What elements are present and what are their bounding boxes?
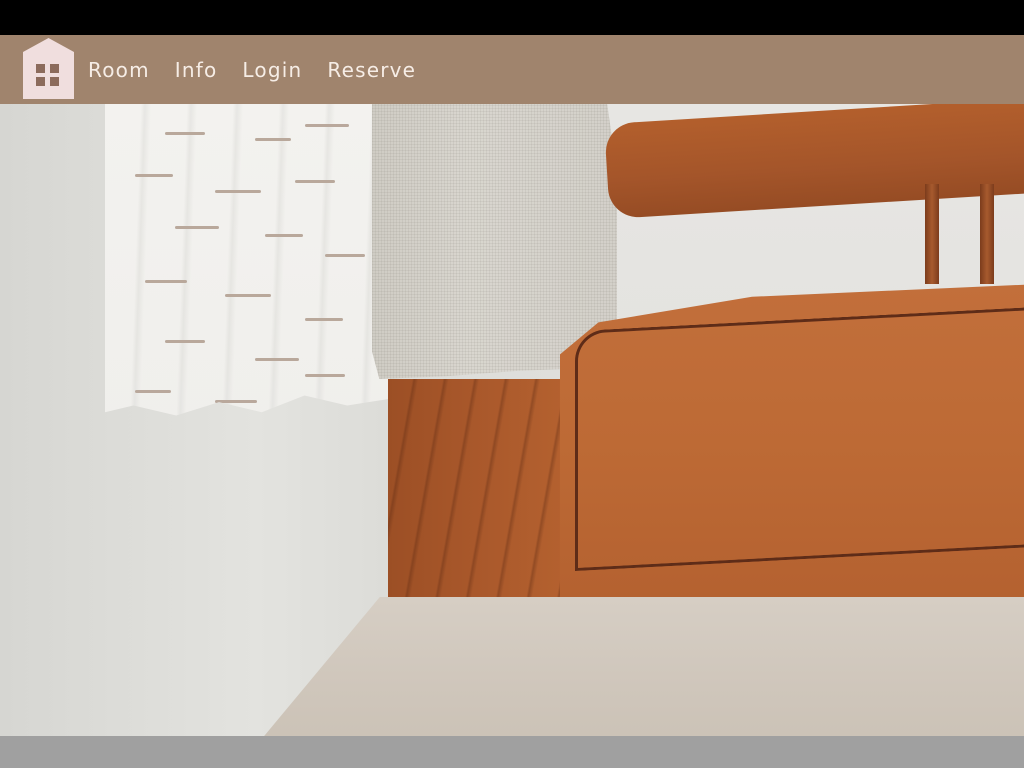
top-bar-shadow xyxy=(0,0,1024,35)
house-icon[interactable] xyxy=(21,38,76,100)
bottom-strip xyxy=(0,736,1024,768)
nav-link-info[interactable]: Info xyxy=(175,58,218,82)
sheer-curtain xyxy=(105,104,390,416)
headboard-spindle xyxy=(980,184,994,284)
page: Room Info Login Reserve xyxy=(0,0,1024,768)
nav-links: Room Info Login Reserve xyxy=(88,35,441,104)
navigation-bar: Room Info Login Reserve xyxy=(0,35,1024,104)
house-logo-svg xyxy=(23,38,74,99)
hero-image xyxy=(0,104,1024,736)
headboard-inlay xyxy=(575,306,1024,572)
headboard-spindle xyxy=(925,184,939,284)
nav-link-room[interactable]: Room xyxy=(88,58,150,82)
nav-link-login[interactable]: Login xyxy=(242,58,302,82)
headboard-side xyxy=(388,379,563,604)
nav-link-reserve[interactable]: Reserve xyxy=(327,58,416,82)
mattress xyxy=(255,597,1024,736)
